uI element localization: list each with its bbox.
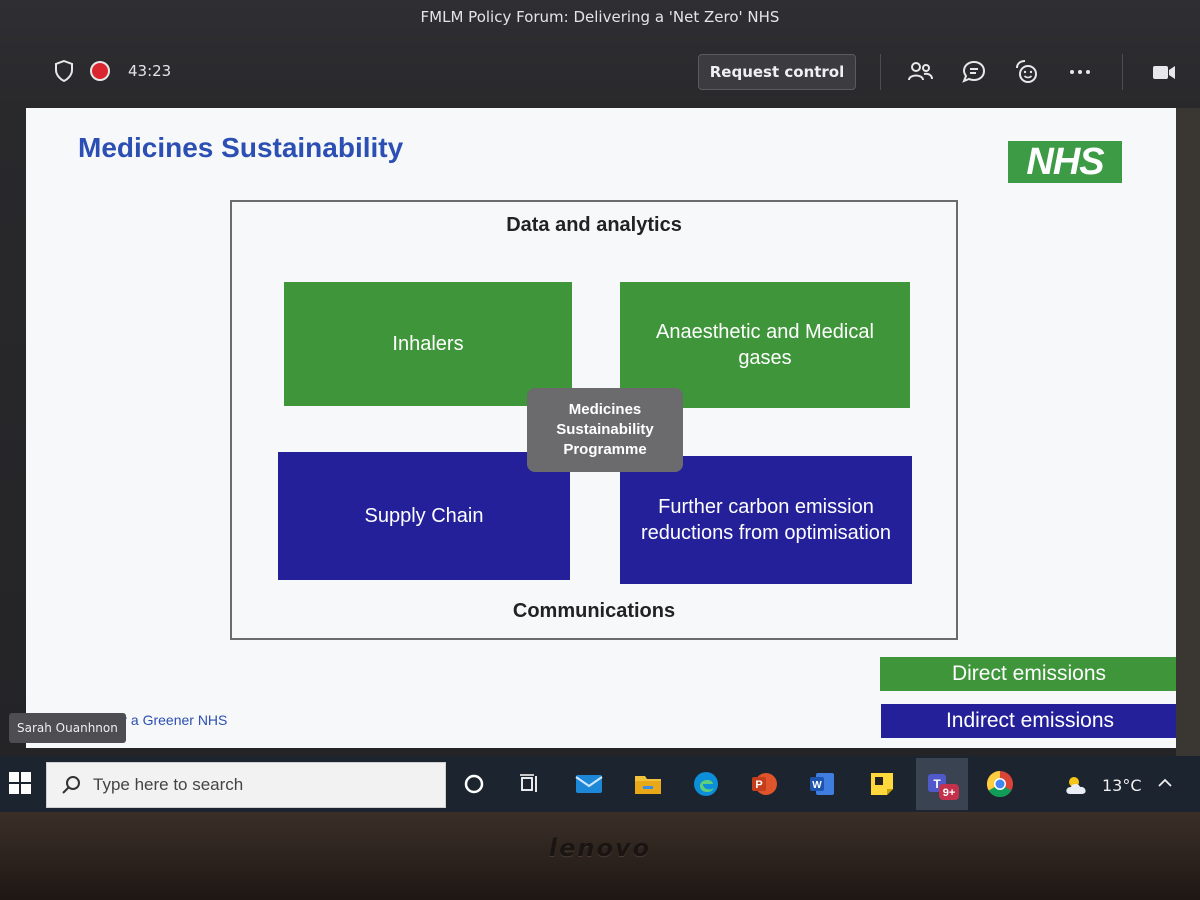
chevron-up-icon[interactable]	[1156, 774, 1174, 792]
reactions-icon[interactable]	[1012, 58, 1040, 86]
edge-icon[interactable]	[688, 766, 724, 802]
inhalers-box: Inhalers	[284, 282, 572, 406]
chat-icon[interactable]	[960, 58, 988, 86]
frame-bottom-label: Communications	[512, 600, 676, 622]
windows-taskbar: Type here to search P W T 9+ 13°C	[0, 756, 1200, 812]
meeting-title: FMLM Policy Forum: Delivering a 'Net Zer…	[420, 8, 780, 26]
frame-top-label: Data and analytics	[506, 214, 682, 236]
request-control-button[interactable]: Request control	[698, 54, 856, 90]
lenovo-brand-logo: lenovo	[548, 834, 652, 862]
task-view-icon[interactable]	[512, 766, 548, 802]
taskbar-search-box[interactable]: Type here to search	[46, 762, 446, 808]
programme-center-label: Medicines Sustainability Programme	[527, 388, 683, 472]
nhs-logo: NHS	[1008, 141, 1122, 183]
svg-text:P: P	[755, 779, 762, 791]
camera-icon[interactable]	[1150, 58, 1178, 86]
search-icon	[62, 776, 80, 794]
search-placeholder: Type here to search	[93, 775, 244, 794]
carbon-reduction-box: Further carbon emission reductions from …	[620, 456, 912, 584]
sticky-notes-icon[interactable]	[864, 766, 900, 802]
legend-indirect-emissions: Indirect emissions	[881, 704, 1176, 738]
chrome-icon[interactable]	[982, 766, 1018, 802]
teams-meeting-bar: FMLM Policy Forum: Delivering a 'Net Zer…	[0, 0, 1200, 108]
powerpoint-icon[interactable]: P	[746, 766, 782, 802]
shared-slide: Medicines Sustainability NHS Data and an…	[26, 108, 1176, 748]
svg-text:W: W	[812, 780, 822, 791]
toolbar-divider	[1122, 54, 1123, 90]
participants-icon[interactable]	[906, 58, 934, 86]
toolbar-divider	[880, 54, 881, 90]
side-video-strip	[1176, 108, 1200, 758]
screen: FMLM Policy Forum: Delivering a 'Net Zer…	[0, 0, 1200, 900]
recording-icon	[92, 63, 108, 79]
temperature-label: 13°C	[1102, 775, 1142, 795]
cortana-icon[interactable]	[456, 766, 492, 802]
windows-start-icon[interactable]	[9, 772, 31, 794]
teams-icon[interactable]: T 9+	[924, 766, 960, 802]
supply-chain-box: Supply Chain	[278, 452, 570, 580]
slide-title: Medicines Sustainability	[78, 132, 404, 163]
teams-notification-badge: 9+	[943, 787, 956, 799]
more-options-icon[interactable]	[1066, 58, 1094, 86]
partly-cloudy-icon	[1066, 777, 1086, 794]
mail-icon[interactable]	[571, 766, 607, 802]
legend-direct-emissions: Direct emissions	[880, 657, 1176, 691]
word-icon[interactable]: W	[804, 766, 840, 802]
shield-icon[interactable]	[54, 60, 74, 82]
file-explorer-icon[interactable]	[630, 766, 666, 802]
weather-widget[interactable]: 13°C	[1064, 774, 1142, 796]
meeting-timer: 43:23	[128, 62, 172, 80]
participant-name-tag: Sarah Ouanhnon	[9, 713, 126, 743]
